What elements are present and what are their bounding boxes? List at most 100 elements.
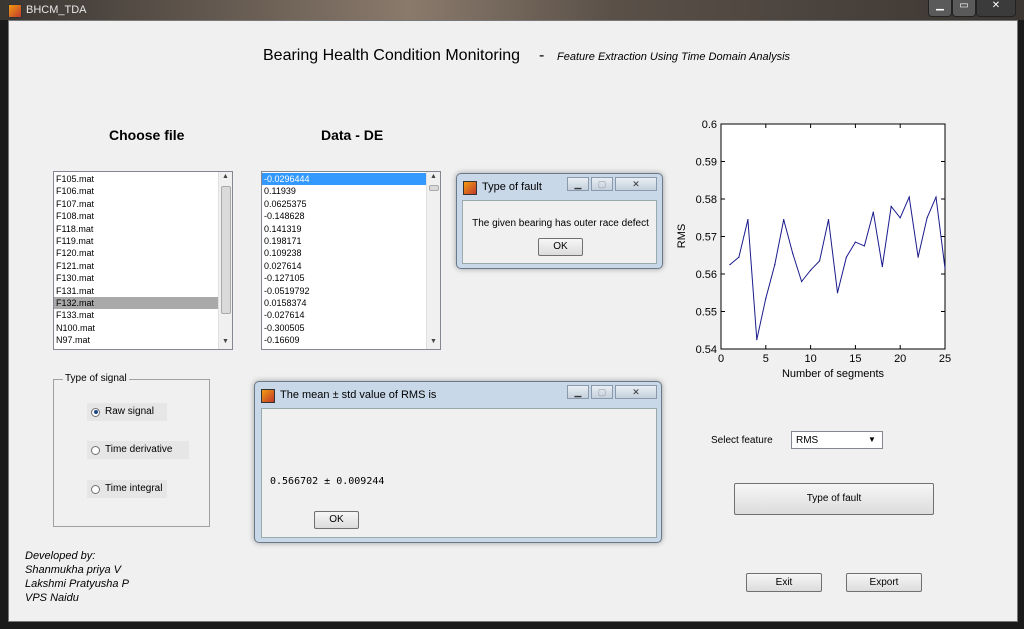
page-subtitle: Feature Extraction Using Time Domain Ana… [557,51,791,63]
list-item[interactable]: F108.mat [54,210,219,222]
list-item[interactable]: -0.027614 [262,309,427,321]
dialog-body: The given bearing has outer race defect … [462,200,657,264]
scroll-down-icon[interactable]: ▼ [430,338,437,345]
y-tick-label: 0.54 [696,344,717,356]
minimize-icon: ▁ [936,0,944,11]
radio-raw-signal[interactable]: Raw signal [87,403,167,421]
rms-ok-button[interactable]: OK [314,511,359,529]
dialog-title: The mean ± std value of RMS is [280,389,437,401]
chart-point [756,339,758,341]
chart-x-label: Number of segments [782,368,885,380]
list-item[interactable]: F131.mat [54,285,219,297]
list-item[interactable]: 0.198171 [262,235,427,247]
y-tick-label: 0.59 [696,157,717,169]
exit-button[interactable]: Exit [746,573,822,592]
chart-point [827,219,830,221]
close-icon[interactable]: ✕ [615,177,657,191]
choose-file-heading: Choose file [109,127,185,143]
list-item[interactable]: F105.mat [54,173,219,185]
rms-chart: 0.54 0.55 0.56 0.57 0.58 0.59 0.6 0 5 10 15 20 25 N… [676,119,951,380]
scroll-up-icon[interactable]: ▲ [430,173,437,180]
chart-point [872,211,874,213]
chart-point [774,264,776,266]
close-icon: ✕ [991,0,1001,11]
minimize-icon[interactable]: ▁ [567,177,589,191]
matlab-icon [463,181,477,195]
list-item[interactable]: F130.mat [54,272,219,284]
list-item[interactable]: N97.mat [54,334,219,346]
dialog-title: Type of fault [482,181,542,193]
export-button[interactable]: Export [846,573,922,592]
radio-time-derivative[interactable]: Time derivative [87,441,189,459]
radio-button-checked[interactable] [91,407,100,417]
y-tick-label: 0.55 [696,307,717,319]
list-item[interactable]: 0.141319 [262,223,427,235]
file-listbox[interactable]: F105.mat F106.mat F107.mat F108.mat F118… [53,171,233,350]
list-item[interactable]: F119.mat [54,235,219,247]
data-listbox[interactable]: -0.0296444 0.11939 0.0625375 -0.148628 0… [261,171,441,350]
list-item[interactable]: -0.16609 [262,334,427,346]
data-list-scrollbar[interactable]: ▲ ▼ [426,172,440,349]
list-item[interactable]: -0.0519792 [262,285,427,297]
list-item[interactable]: 0.0158374 [262,297,427,309]
rms-value-dialog: The mean ± std value of RMS is ▁ ▢ ✕ 0.5… [254,381,662,543]
list-item[interactable]: F106.mat [54,185,219,197]
close-button[interactable]: ✕ [976,0,1016,17]
list-item[interactable]: 0.027614 [262,260,427,272]
maximize-button[interactable]: ▭ [952,0,976,17]
file-list-scrollbar[interactable]: ▲ ▼ [218,172,232,349]
window-title: BHCM_TDA [26,4,87,16]
list-item-selected[interactable]: -0.0296444 [262,173,427,186]
list-item[interactable]: -0.127105 [262,272,427,284]
select-feature-label: Select feature [711,435,773,446]
radio-button[interactable] [91,484,100,494]
list-item[interactable]: 0.109238 [262,247,427,259]
list-item[interactable]: 0.0625375 [262,198,427,210]
type-of-fault-button[interactable]: Type of fault [734,483,934,515]
credits: Developed by: Shanmukha priya V Lakshmi … [25,549,129,605]
data-heading: Data - DE [321,127,384,143]
maximize-icon: ▢ [591,385,613,399]
chart-point [944,267,946,269]
scroll-down-icon[interactable]: ▼ [222,338,229,345]
chart-point [729,264,731,266]
minimize-button[interactable]: ▁ [928,0,952,17]
x-tick-label: 20 [894,353,906,365]
chart-point [935,196,937,198]
list-item[interactable]: -0.300505 [262,322,427,334]
credits-name: VPS Naidu [25,592,79,604]
scrollbar-thumb[interactable] [429,185,439,191]
chart-point [917,256,919,258]
chart-y-label: RMS [676,224,688,248]
radio-label: Raw signal [105,406,154,417]
feature-select[interactable]: RMS ▼ [791,431,883,449]
chart-point [836,292,839,294]
chart-point [890,205,892,208]
radio-button[interactable] [91,445,100,455]
matlab-icon [261,389,275,403]
list-item-selected[interactable]: F132.mat [54,296,219,310]
minimize-icon[interactable]: ▁ [567,385,589,399]
radio-time-integral[interactable]: Time integral [87,480,167,498]
chart-point [908,196,910,198]
chevron-down-icon[interactable]: ▼ [868,435,876,444]
rms-value-text: 0.566702 ± 0.009244 [270,476,385,487]
page-title: Bearing Health Condition Monitoring [263,47,521,64]
x-tick-label: 15 [849,353,861,365]
list-item[interactable]: F133.mat [54,309,219,321]
chart-point [747,219,749,221]
list-item[interactable]: F120.mat [54,247,219,259]
scrollbar-thumb[interactable] [221,186,231,314]
list-item[interactable]: F107.mat [54,198,219,210]
credits-name: Lakshmi Pratyusha P [25,578,129,590]
close-icon[interactable]: ✕ [615,385,657,399]
chart-point [845,256,848,258]
fault-ok-button[interactable]: OK [538,238,583,256]
list-item[interactable]: N100.mat [54,322,219,334]
list-item[interactable]: F121.mat [54,260,219,272]
scroll-up-icon[interactable]: ▲ [222,173,229,180]
list-item[interactable]: F118.mat [54,223,219,235]
window-titlebar: BHCM_TDA ▁ ▭ ✕ [0,0,1024,20]
list-item[interactable]: -0.148628 [262,210,427,222]
list-item[interactable]: 0.11939 [262,185,427,197]
